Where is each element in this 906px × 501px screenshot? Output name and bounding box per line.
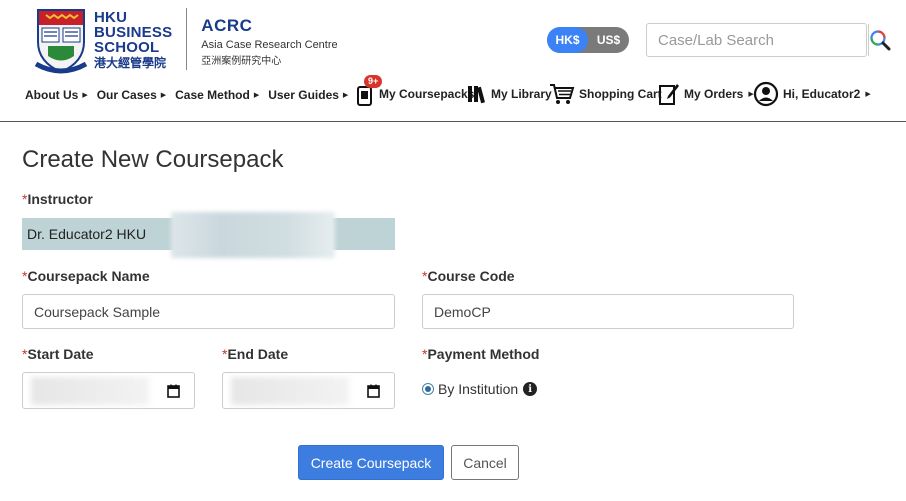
start-date-label: *Start Date [22, 346, 94, 362]
nav-my-library[interactable]: My Library [467, 78, 552, 110]
payment-radio[interactable] [422, 383, 434, 395]
search-input[interactable] [647, 24, 868, 56]
logo-divider [186, 8, 188, 70]
coursepack-badge: 9+ [364, 75, 383, 88]
currency-hkd[interactable]: HK$ [547, 27, 588, 53]
payment-method-label: *Payment Method [422, 346, 539, 362]
end-date-label: *End Date [222, 346, 288, 362]
acrc-title: ACRC [201, 16, 253, 35]
coursepack-name-input[interactable]: Coursepack Sample [22, 294, 395, 329]
user-icon [753, 81, 779, 107]
nav-user-menu[interactable]: Hi, Educator2 ▶ [753, 78, 871, 110]
acrc-logo: ACRC Asia Case Research Centre 亞洲案例研究中心 [201, 16, 337, 67]
school-name-line2: BUSINESS [94, 24, 173, 41]
start-date-label-text: Start Date [27, 346, 94, 362]
instructor-label: *Instructor [22, 191, 93, 207]
nav-my-coursepacks-label: My Coursepacks [379, 87, 475, 101]
end-date-input[interactable] [222, 372, 395, 409]
nav-my-orders-label: My Orders [684, 87, 744, 101]
user-nav: 9+ My Coursepacks My Library Shopping Ca… [0, 75, 906, 110]
end-date-label-text: End Date [227, 346, 289, 362]
case-search [646, 23, 891, 57]
redacted-date [231, 377, 349, 405]
course-code-input[interactable]: DemoCP [422, 294, 794, 329]
nav-shopping-cart-label: Shopping Cart [579, 87, 662, 101]
calendar-icon[interactable] [367, 384, 380, 398]
payment-option-label: By Institution [438, 381, 519, 397]
nav-my-orders[interactable]: My Orders ▶ [658, 78, 754, 110]
acrc-chinese: 亞洲案例研究中心 [201, 56, 282, 67]
school-name-chinese: 港大經管學院 [94, 56, 167, 70]
school-name: HKU BUSINESS SCHOOL 港大經管學院 [94, 10, 172, 71]
cart-icon [550, 84, 575, 104]
search-icon [870, 30, 891, 51]
coursepack-name-label: *Coursepack Name [22, 268, 150, 284]
acrc-subtitle: Asia Case Research Centre [201, 39, 338, 51]
page-title: Create New Coursepack [22, 146, 284, 173]
course-code-label: *Course Code [422, 268, 515, 284]
payment-method-label-text: Payment Method [427, 346, 540, 362]
coursepack-icon-wrap: 9+ [355, 75, 383, 107]
course-code-label-text: Course Code [427, 268, 515, 284]
nav-my-library-label: My Library [491, 87, 552, 101]
nav-shopping-cart[interactable]: Shopping Cart [549, 78, 662, 110]
caret-right-icon: ▶ [865, 91, 871, 98]
coursepack-name-label-text: Coursepack Name [27, 268, 150, 284]
hku-crest-icon [34, 8, 88, 74]
school-name-line1: HKU [94, 9, 128, 26]
calendar-icon[interactable] [167, 384, 180, 398]
redacted-email [171, 212, 335, 258]
search-button[interactable] [868, 24, 891, 56]
cancel-button[interactable]: Cancel [451, 445, 519, 480]
hku-business-school-logo[interactable]: HKU BUSINESS SCHOOL 港大經管學院 ACRC Asia Cas… [34, 8, 338, 74]
nav-my-coursepacks[interactable]: 9+ My Coursepacks [355, 75, 475, 110]
nav-user-label: Hi, Educator2 [783, 87, 861, 101]
library-icon [468, 86, 486, 104]
orders-icon [659, 84, 679, 105]
info-icon[interactable]: i [523, 382, 538, 396]
site-header: HKU BUSINESS SCHOOL 港大經管學院 ACRC Asia Cas… [0, 0, 906, 122]
currency-usd[interactable]: US$ [588, 27, 629, 53]
instructor-label-text: Instructor [27, 191, 93, 207]
instructor-field: Dr. Educator2 HKU [22, 212, 395, 258]
school-name-line3: SCHOOL [94, 39, 160, 56]
radio-selected-dot [425, 386, 431, 392]
start-date-input[interactable] [22, 372, 195, 409]
instructor-value: Dr. Educator2 HKU [27, 226, 147, 242]
redacted-date [31, 377, 149, 405]
payment-option-institution[interactable]: By Institution i [422, 381, 538, 397]
create-coursepack-button[interactable]: Create Coursepack [298, 445, 444, 480]
currency-toggle[interactable]: HK$ US$ [547, 27, 629, 53]
